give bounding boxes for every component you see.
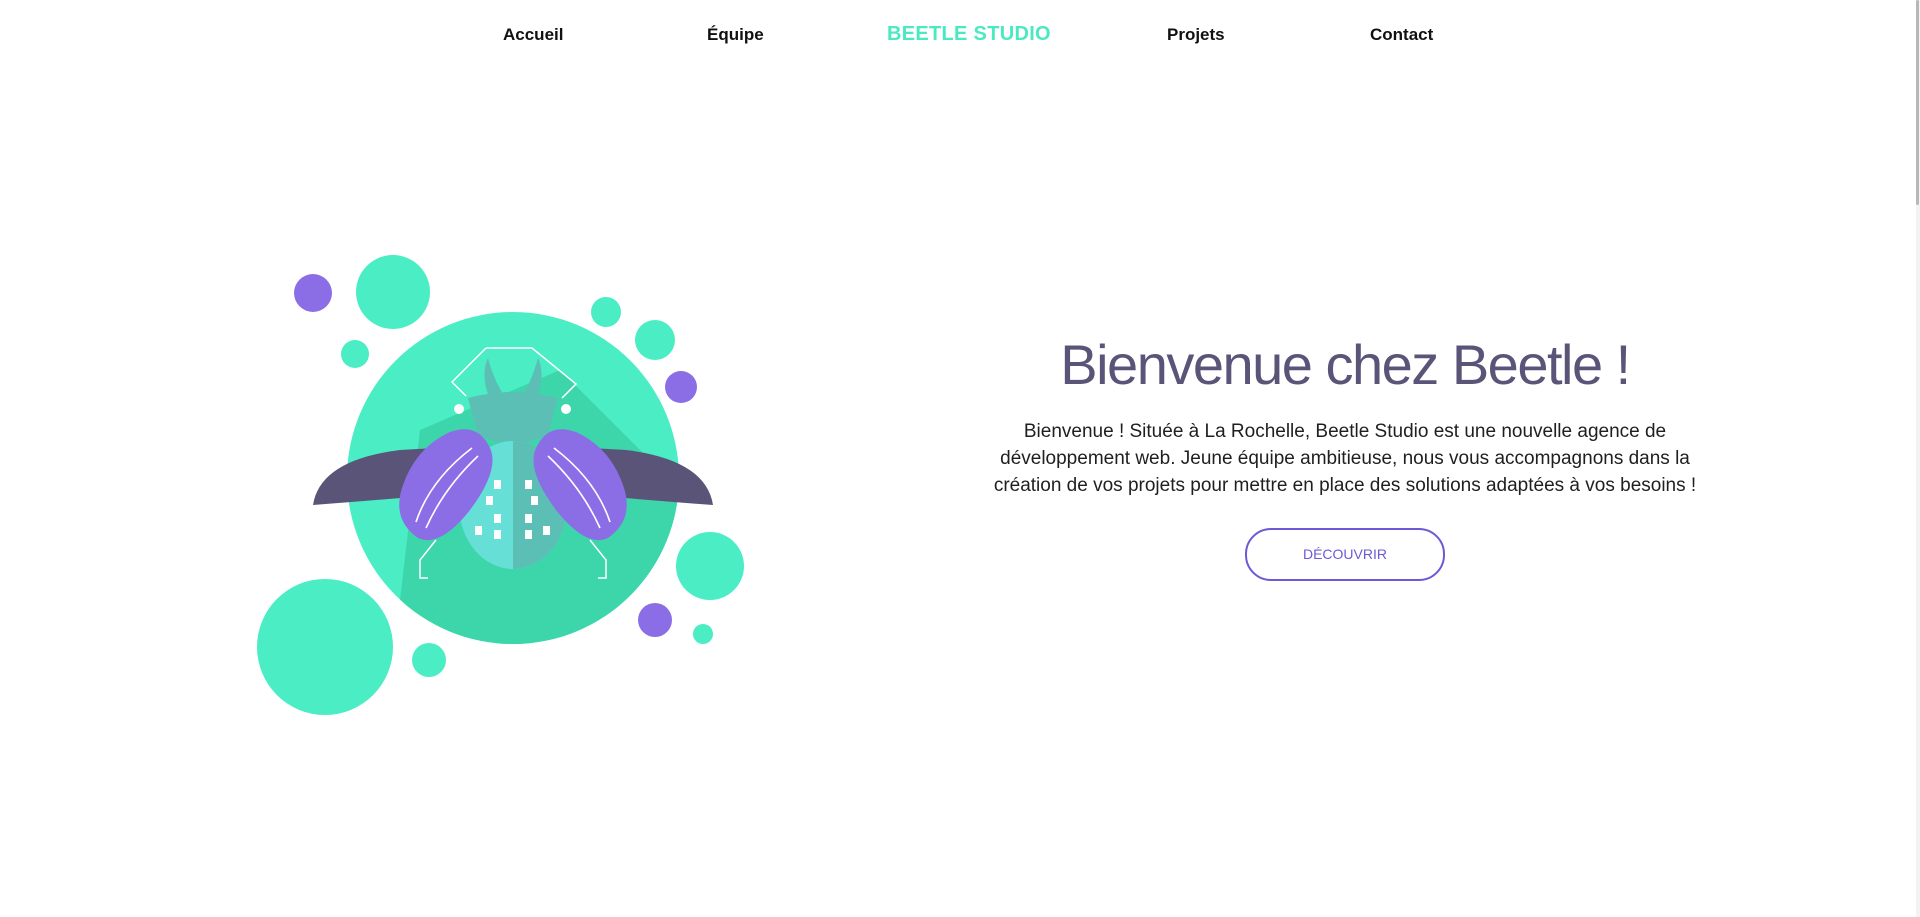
bubble bbox=[257, 579, 393, 715]
bubble bbox=[665, 371, 697, 403]
scrollbar-thumb[interactable] bbox=[1916, 0, 1919, 205]
bubble bbox=[412, 643, 446, 677]
vertical-scrollbar[interactable] bbox=[1916, 0, 1920, 917]
beetle-illustration bbox=[240, 240, 760, 730]
nav-brand-logo[interactable]: BEETLE STUDIO bbox=[887, 23, 1051, 45]
bubble bbox=[356, 255, 430, 329]
discover-button[interactable]: DÉCOUVRIR bbox=[1245, 528, 1445, 581]
bubble bbox=[341, 340, 369, 368]
bubble bbox=[635, 320, 675, 360]
bubble bbox=[693, 624, 713, 644]
page: Accueil Équipe BEETLE STUDIO Projets Con… bbox=[0, 0, 1920, 917]
nav-link-equipe[interactable]: Équipe bbox=[707, 24, 764, 46]
nav-link-projets[interactable]: Projets bbox=[1167, 24, 1225, 46]
nav-link-contact[interactable]: Contact bbox=[1370, 24, 1433, 46]
hero-description: Bienvenue ! Située à La Rochelle, Beetle… bbox=[993, 421, 1697, 496]
bubble bbox=[638, 603, 672, 637]
hero-title: Bienvenue chez Beetle ! bbox=[1060, 333, 1631, 396]
hero-section: Bienvenue chez Beetle ! Bienvenue ! Situ… bbox=[980, 330, 1710, 581]
nav-link-accueil[interactable]: Accueil bbox=[503, 24, 563, 46]
top-navigation: Accueil Équipe BEETLE STUDIO Projets Con… bbox=[0, 23, 1920, 46]
bubble bbox=[591, 297, 621, 327]
bubble bbox=[676, 532, 744, 600]
bubble bbox=[294, 274, 332, 312]
